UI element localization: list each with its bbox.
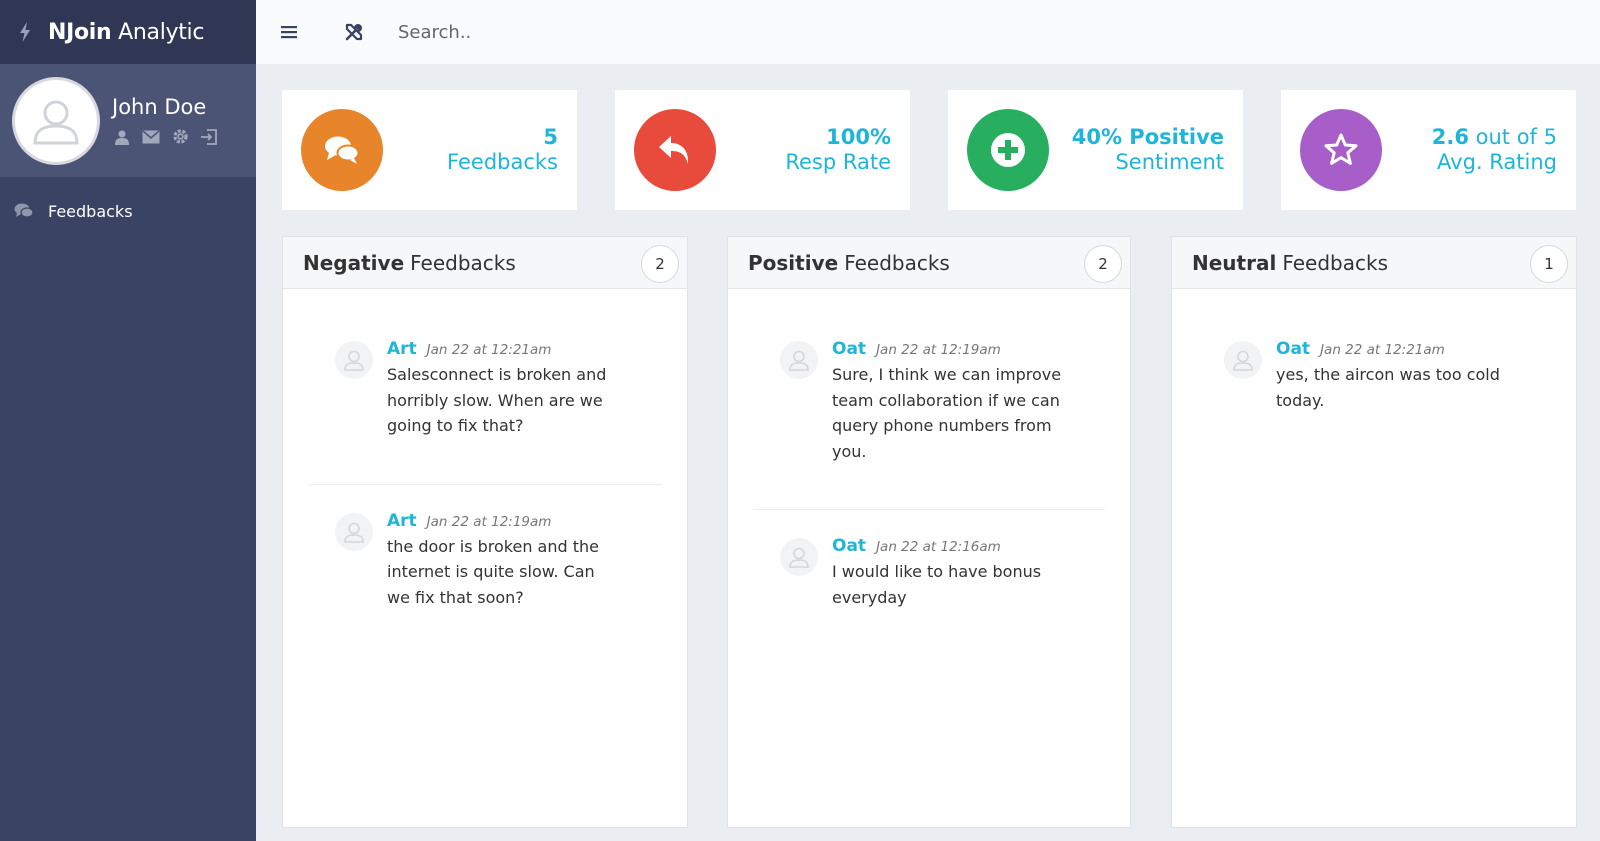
mail-icon[interactable] — [141, 127, 161, 147]
feedback-time: Jan 22 at 12:21am — [426, 342, 552, 358]
stat-circle — [1300, 109, 1382, 191]
feedback-author[interactable]: Oat — [832, 339, 866, 359]
stat-label: Avg. Rating — [1437, 150, 1557, 174]
menu-icon — [281, 26, 297, 39]
sidebar-item-label: Feedbacks — [48, 201, 133, 221]
sidebar: NJoin Analytic John Doe Feedbacks — [0, 0, 256, 841]
comments-icon — [14, 202, 36, 220]
feedback-item: Art Jan 22 at 12:19am the door is broken… — [308, 485, 662, 656]
panel-header: Neutral Feedbacks 1 — [1172, 237, 1576, 289]
stat-card-avg-rating: 2.6 out of 5 Avg. Rating — [1281, 90, 1576, 210]
positive-feedbacks-panel: Positive Feedbacks 2 Oat Jan 22 at 12:19a… — [727, 236, 1131, 828]
user-silhouette-icon — [33, 100, 79, 144]
comments-icon — [325, 136, 360, 164]
stat-value: 100% — [826, 125, 891, 149]
stat-value: 2.6 — [1431, 125, 1469, 149]
avatar — [780, 341, 818, 379]
feedback-item: Art Jan 22 at 12:21am Salesconnect is br… — [308, 289, 662, 485]
feedback-time: Jan 22 at 12:21am — [1320, 342, 1445, 358]
feedback-author[interactable]: Art — [387, 339, 417, 359]
stat-card-feedbacks: 5 Feedbacks — [282, 90, 577, 210]
topbar — [256, 0, 1600, 64]
bolt-icon — [20, 22, 30, 42]
reply-icon — [659, 136, 689, 164]
stat-suffix: out of 5 — [1468, 125, 1557, 149]
brand-name[interactable]: NJoin Analytic — [48, 20, 204, 45]
feedback-time: Jan 22 at 12:16am — [876, 539, 1001, 555]
user-name: John Doe — [112, 94, 207, 119]
gear-icon[interactable] — [170, 127, 190, 147]
avatar — [780, 538, 818, 576]
panel-header: Negative Feedbacks 2 — [283, 237, 687, 289]
feedback-author[interactable]: Oat — [832, 536, 866, 556]
stat-label: Feedbacks — [447, 150, 558, 174]
negative-feedbacks-panel: Negative Feedbacks 2 Art Jan 22 at 12:21a… — [282, 236, 688, 828]
stat-circle — [634, 109, 716, 191]
feedback-time: Jan 22 at 12:19am — [426, 513, 552, 530]
panel-title: Neutral Feedbacks — [1192, 250, 1388, 275]
tools-icon — [345, 23, 363, 41]
count-badge: 2 — [1084, 245, 1122, 283]
stat-label: Sentiment — [1115, 150, 1224, 174]
sidebar-item-feedbacks[interactable]: Feedbacks — [0, 189, 256, 233]
stat-label: Resp Rate — [785, 150, 891, 174]
feedback-author[interactable]: Art — [387, 511, 417, 531]
panel-header: Positive Feedbacks 2 — [728, 237, 1130, 289]
star-icon — [1324, 133, 1358, 165]
feedback-text: I would like to have bonus everyday — [832, 562, 1042, 607]
tools-button[interactable] — [342, 20, 366, 44]
hamburger-menu-button[interactable] — [278, 20, 302, 44]
feedback-time: Jan 22 at 12:19am — [876, 342, 1001, 358]
feedback-text: Sure, I think we can improve team collab… — [832, 365, 1062, 461]
plus-circle-icon — [991, 133, 1025, 167]
count-badge: 2 — [641, 245, 679, 283]
user-silhouette-icon — [789, 350, 809, 371]
user-silhouette-icon — [344, 350, 364, 371]
stat-circle — [301, 109, 383, 191]
stat-card-sentiment: 40% Positive Sentiment — [948, 90, 1243, 210]
avatar — [335, 512, 373, 551]
stat-circle — [967, 109, 1049, 191]
feedback-item: Oat Jan 22 at 12:16am I would like to ha… — [753, 510, 1105, 655]
user-silhouette-icon — [789, 547, 809, 568]
neutral-feedbacks-panel: Neutral Feedbacks 1 Oat Jan 22 at 12:21am… — [1171, 236, 1577, 828]
count-badge: 1 — [1530, 245, 1568, 283]
stat-card-resp-rate: 100% Resp Rate — [615, 90, 910, 210]
user-silhouette-icon — [1233, 350, 1253, 371]
feedback-text: Salesconnect is broken and horribly slow… — [387, 365, 607, 435]
stat-value: 5 — [543, 125, 558, 149]
brand-bar: NJoin Analytic — [0, 0, 256, 64]
avatar — [1224, 341, 1262, 379]
search-input[interactable] — [398, 21, 998, 43]
stat-value: 40% Positive — [1071, 125, 1224, 149]
user-icon[interactable] — [112, 127, 132, 147]
panel-title: Positive Feedbacks — [748, 250, 950, 275]
avatar[interactable] — [12, 76, 100, 165]
feedback-text: yes, the aircon was too cold today. — [1276, 365, 1500, 410]
feedback-author[interactable]: Oat — [1276, 339, 1310, 359]
feedback-item: Oat Jan 22 at 12:19am Sure, I think we c… — [753, 289, 1105, 510]
feedback-text: the door is broken and the internet is q… — [387, 536, 599, 607]
feedback-item: Oat Jan 22 at 12:21am yes, the aircon wa… — [1197, 289, 1551, 458]
user-profile: John Doe — [0, 64, 256, 177]
panel-title: Negative Feedbacks — [303, 250, 516, 275]
logout-icon[interactable] — [199, 127, 219, 147]
avatar — [335, 341, 373, 379]
user-silhouette-icon — [344, 522, 364, 543]
